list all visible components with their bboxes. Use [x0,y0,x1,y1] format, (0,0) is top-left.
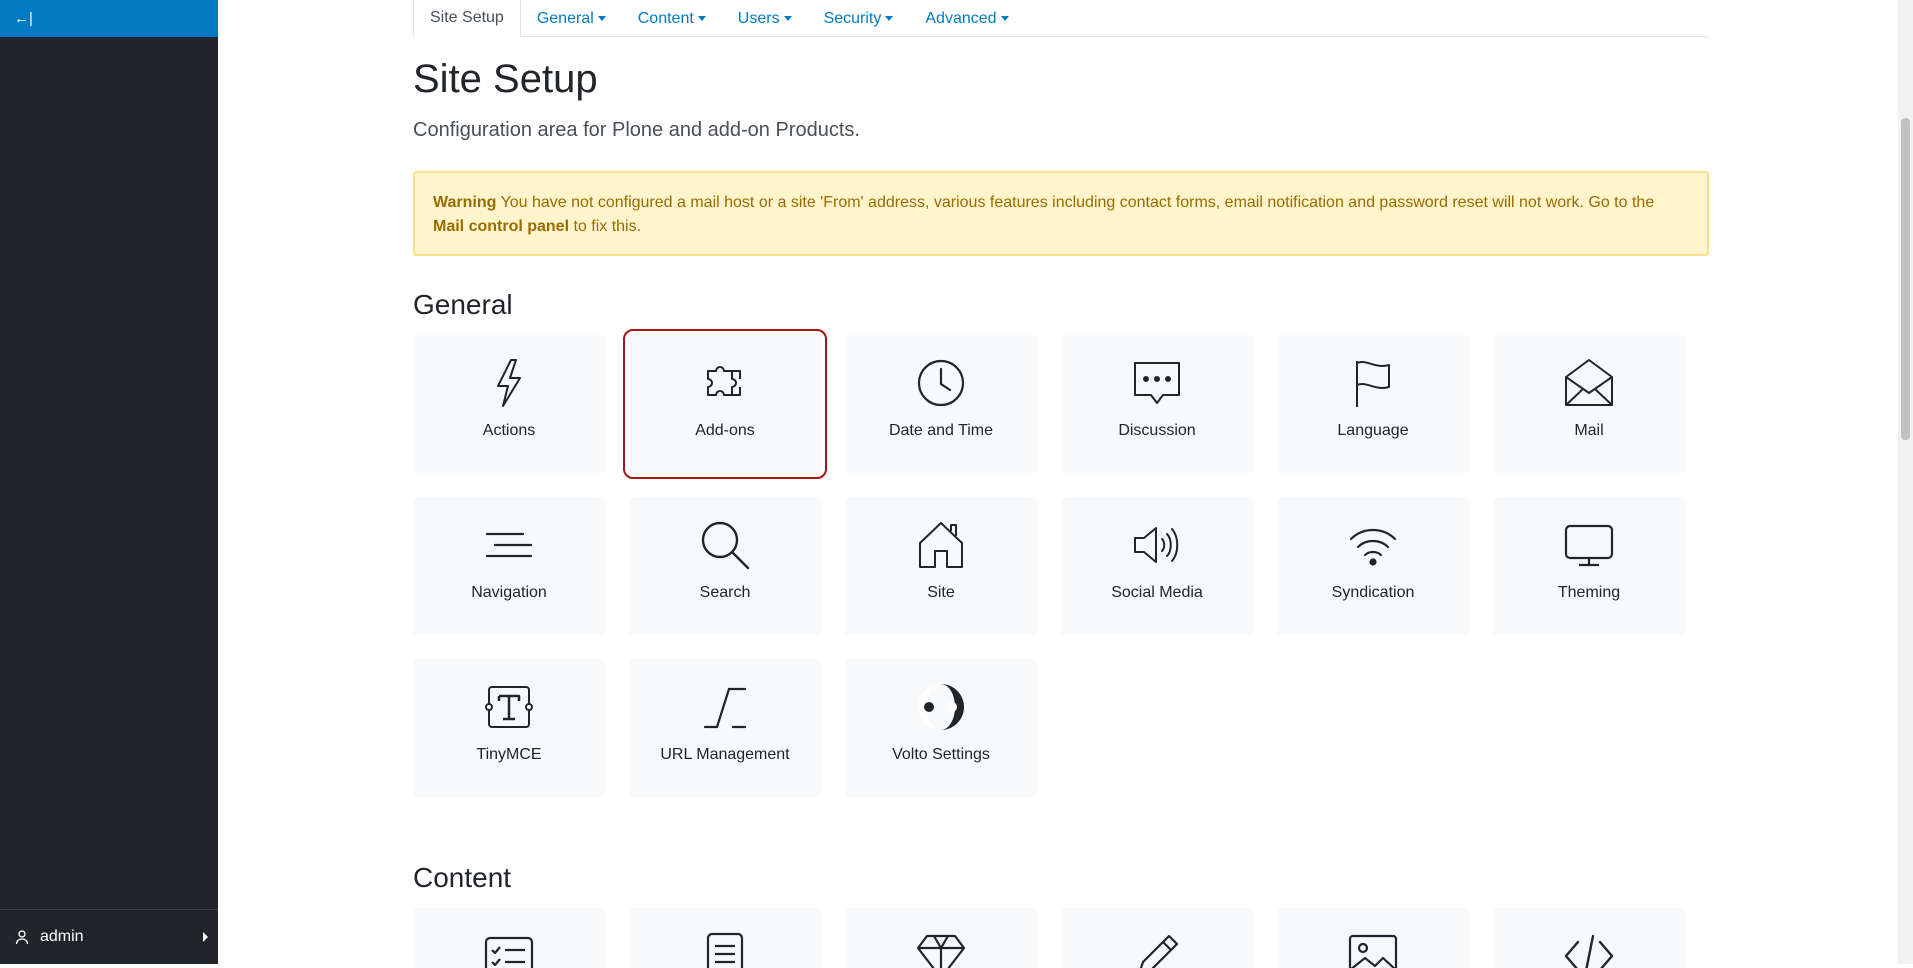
control-panel-tabs: Site Setup General Content Users Securit… [413,0,1709,37]
tile-actions[interactable]: Actions [413,335,605,473]
tile-add-ons[interactable]: Add-ons [623,329,827,479]
monitor-icon [1563,519,1615,571]
home-icon [915,519,967,571]
mail-control-panel-link[interactable]: Mail control panel [433,218,569,235]
tab-site-setup[interactable]: Site Setup [413,0,521,37]
tab-advanced[interactable]: Advanced [909,0,1024,37]
puzzle-icon [699,357,751,409]
clock-icon [915,357,967,409]
section-title-general: General [413,289,513,320]
scrollbar[interactable] [1898,0,1913,964]
tile-search[interactable]: Search [629,497,821,635]
tile-content-3[interactable] [845,908,1037,968]
main-content: Site Setup General Content Users Securit… [413,0,1709,968]
scrollbar-thumb[interactable] [1901,118,1910,440]
sidebar-collapse-button[interactable]: ←| [0,0,218,37]
user-name: admin [40,928,84,945]
warning-text: You have not configured a mail host or a… [496,194,1655,211]
caret-down-icon [597,16,606,21]
mail-warning-alert: Warning You have not configured a mail h… [413,171,1709,256]
warning-suffix: to fix this. [569,218,642,235]
tab-users[interactable]: Users [722,0,808,37]
tile-volto-settings[interactable]: Volto Settings [845,659,1037,797]
page-title: Site Setup [413,57,598,101]
tile-content-1[interactable] [413,908,605,968]
collapse-arrow-icon: ←| [14,10,33,27]
checklist-icon [483,930,535,968]
document-icon [699,930,751,968]
tile-tinymce[interactable]: TinyMCE [413,659,605,797]
tab-general[interactable]: General [521,0,622,37]
wifi-icon [1347,519,1399,571]
code-icon [1563,930,1615,968]
tab-security[interactable]: Security [808,0,910,37]
caret-down-icon [885,16,894,21]
warning-label: Warning [433,194,497,211]
tile-theming[interactable]: Theming [1493,497,1685,635]
tile-navigation[interactable]: Navigation [413,497,605,635]
section-title-content: Content [413,862,512,893]
sidebar: ←| admin [0,0,218,964]
user-icon [14,929,30,945]
tile-social-media[interactable]: Social Media [1061,497,1253,635]
caret-down-icon [783,16,792,21]
tile-url-management[interactable]: URL Management [629,659,821,797]
lightning-icon [483,357,535,409]
diamond-icon [915,930,967,968]
text-tinymce-icon [483,681,535,733]
tile-mail[interactable]: Mail [1493,335,1685,473]
navigation-lines-icon [483,519,535,571]
tile-content-6[interactable] [1493,908,1685,968]
image-icon [1347,930,1399,968]
volto-icon [915,681,967,733]
caret-right-icon [203,932,208,942]
general-grid: Actions Add-ons Date and Time Discussion [413,329,1709,797]
tile-content-4[interactable] [1061,908,1253,968]
caret-down-icon [1000,16,1009,21]
envelope-icon [1563,357,1615,409]
tile-language[interactable]: Language [1277,335,1469,473]
search-icon [699,519,751,571]
url-slash-icon [699,681,751,733]
tile-discussion[interactable]: Discussion [1061,335,1253,473]
tile-content-2[interactable] [629,908,821,968]
page-description: Configuration area for Plone and add-on … [413,119,860,141]
tile-syndication[interactable]: Syndication [1277,497,1469,635]
chat-icon [1131,357,1183,409]
flag-icon [1347,357,1399,409]
tab-content[interactable]: Content [622,0,722,37]
tile-site[interactable]: Site [845,497,1037,635]
tile-content-5[interactable] [1277,908,1469,968]
caret-down-icon [697,16,706,21]
tile-date-and-time[interactable]: Date and Time [845,335,1037,473]
content-grid [413,908,1709,968]
pencil-icon [1131,930,1183,968]
speaker-icon [1131,519,1183,571]
user-menu[interactable]: admin [0,909,218,964]
